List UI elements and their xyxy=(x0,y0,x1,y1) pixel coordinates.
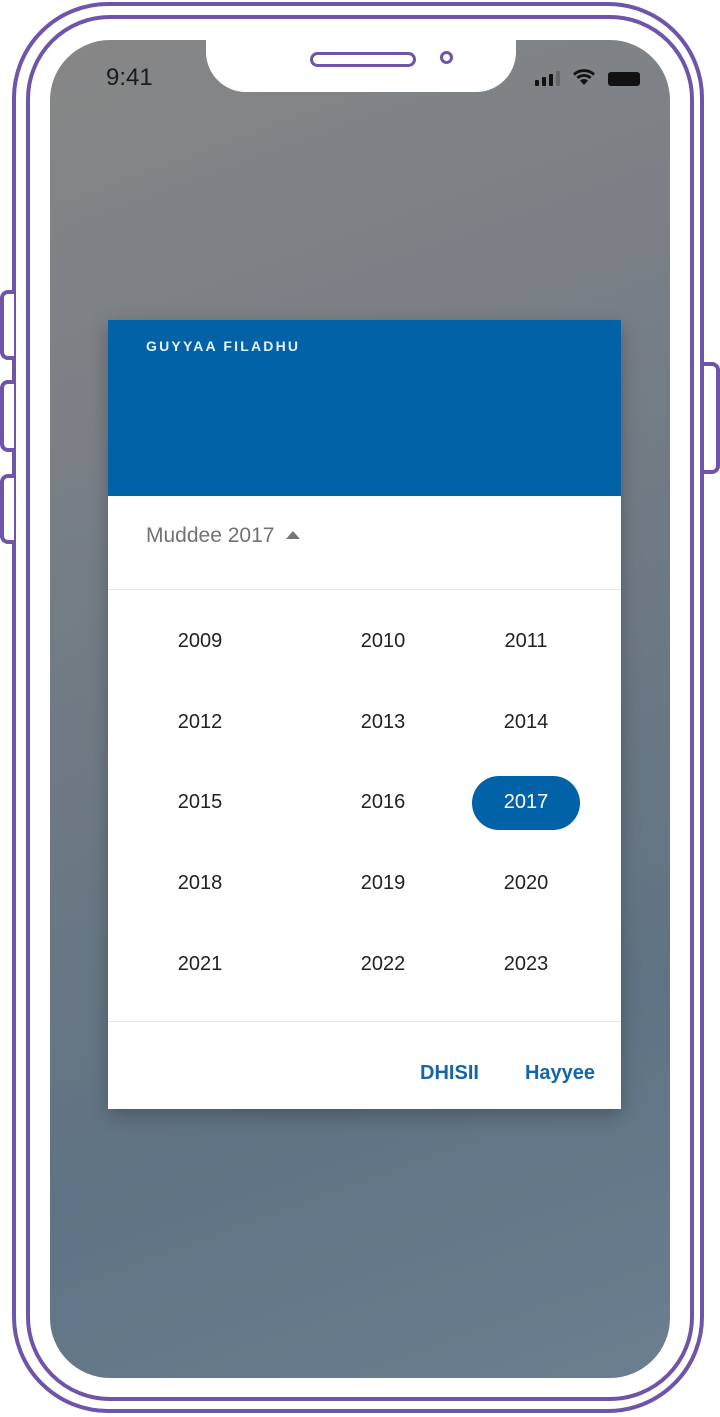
year-option[interactable]: 2022 xyxy=(304,924,462,1005)
mute-switch xyxy=(0,290,14,360)
ok-button[interactable]: Hayyee xyxy=(525,1062,595,1085)
year-option[interactable]: 2010 xyxy=(304,601,462,682)
year-option[interactable]: 2014 xyxy=(462,682,621,763)
volume-up-button xyxy=(0,380,14,452)
year-label: 2016 xyxy=(360,791,406,814)
year-label: 2021 xyxy=(177,953,223,976)
status-icons xyxy=(535,68,640,86)
year-option[interactable]: 2020 xyxy=(462,843,621,924)
year-option[interactable]: 2011 xyxy=(462,601,621,682)
power-button xyxy=(704,362,720,474)
year-option[interactable]: 2023 xyxy=(462,924,621,1005)
caret-up-icon xyxy=(286,531,301,539)
year-label: 2020 xyxy=(503,872,549,895)
year-option[interactable]: 2019 xyxy=(304,843,462,924)
year-option[interactable]: 2015 xyxy=(108,763,304,844)
wifi-icon xyxy=(573,69,595,85)
year-option[interactable]: 2017 xyxy=(462,763,621,844)
year-label: 2013 xyxy=(360,710,406,733)
battery-icon xyxy=(608,72,640,86)
year-label: 2023 xyxy=(503,953,549,976)
year-label: 2012 xyxy=(177,710,223,733)
year-label: 2019 xyxy=(360,872,406,895)
year-label: 2018 xyxy=(177,872,223,895)
year-picker-dialog: GUYYAA FILADHU Muddee 2017 2009 2010 2011 2… xyxy=(108,320,621,1109)
volume-down-button xyxy=(0,474,14,544)
year-option[interactable]: 2012 xyxy=(108,682,304,763)
signal-icon xyxy=(535,70,560,86)
cancel-button[interactable]: DHISII xyxy=(420,1062,479,1085)
notch xyxy=(206,40,516,92)
month-year-label: Muddee 2017 xyxy=(146,524,275,547)
speaker-icon xyxy=(310,52,416,67)
dialog-actions: DHISII Hayyee xyxy=(420,1062,595,1085)
dialog-title: GUYYAA FILADHU xyxy=(146,338,301,354)
status-time: 9:41 xyxy=(106,64,153,91)
year-label: 2009 xyxy=(177,629,223,652)
phone-mockup: 9:41 GUYYAA FILADHU Muddee 2017 2009 201… xyxy=(0,0,720,1417)
year-label: 2015 xyxy=(177,791,223,814)
year-label: 2011 xyxy=(504,629,548,652)
camera-icon xyxy=(440,51,453,64)
year-option[interactable]: 2021 xyxy=(108,924,304,1005)
year-label: 2010 xyxy=(360,629,406,652)
year-grid: 2009 2010 2011 2012 2013 2014 2015 2016 2017 2018… xyxy=(108,601,621,1005)
divider xyxy=(108,1021,621,1022)
year-option[interactable]: 2009 xyxy=(108,601,304,682)
year-label: 2014 xyxy=(503,710,549,733)
month-year-toggle[interactable]: Muddee 2017 xyxy=(146,524,301,548)
year-option[interactable]: 2018 xyxy=(108,843,304,924)
year-label: 2022 xyxy=(360,953,406,976)
divider xyxy=(108,589,621,590)
year-option[interactable]: 2016 xyxy=(304,763,462,844)
year-option[interactable]: 2013 xyxy=(304,682,462,763)
selected-year-label: 2017 xyxy=(472,775,580,830)
dialog-header: GUYYAA FILADHU xyxy=(108,320,621,496)
